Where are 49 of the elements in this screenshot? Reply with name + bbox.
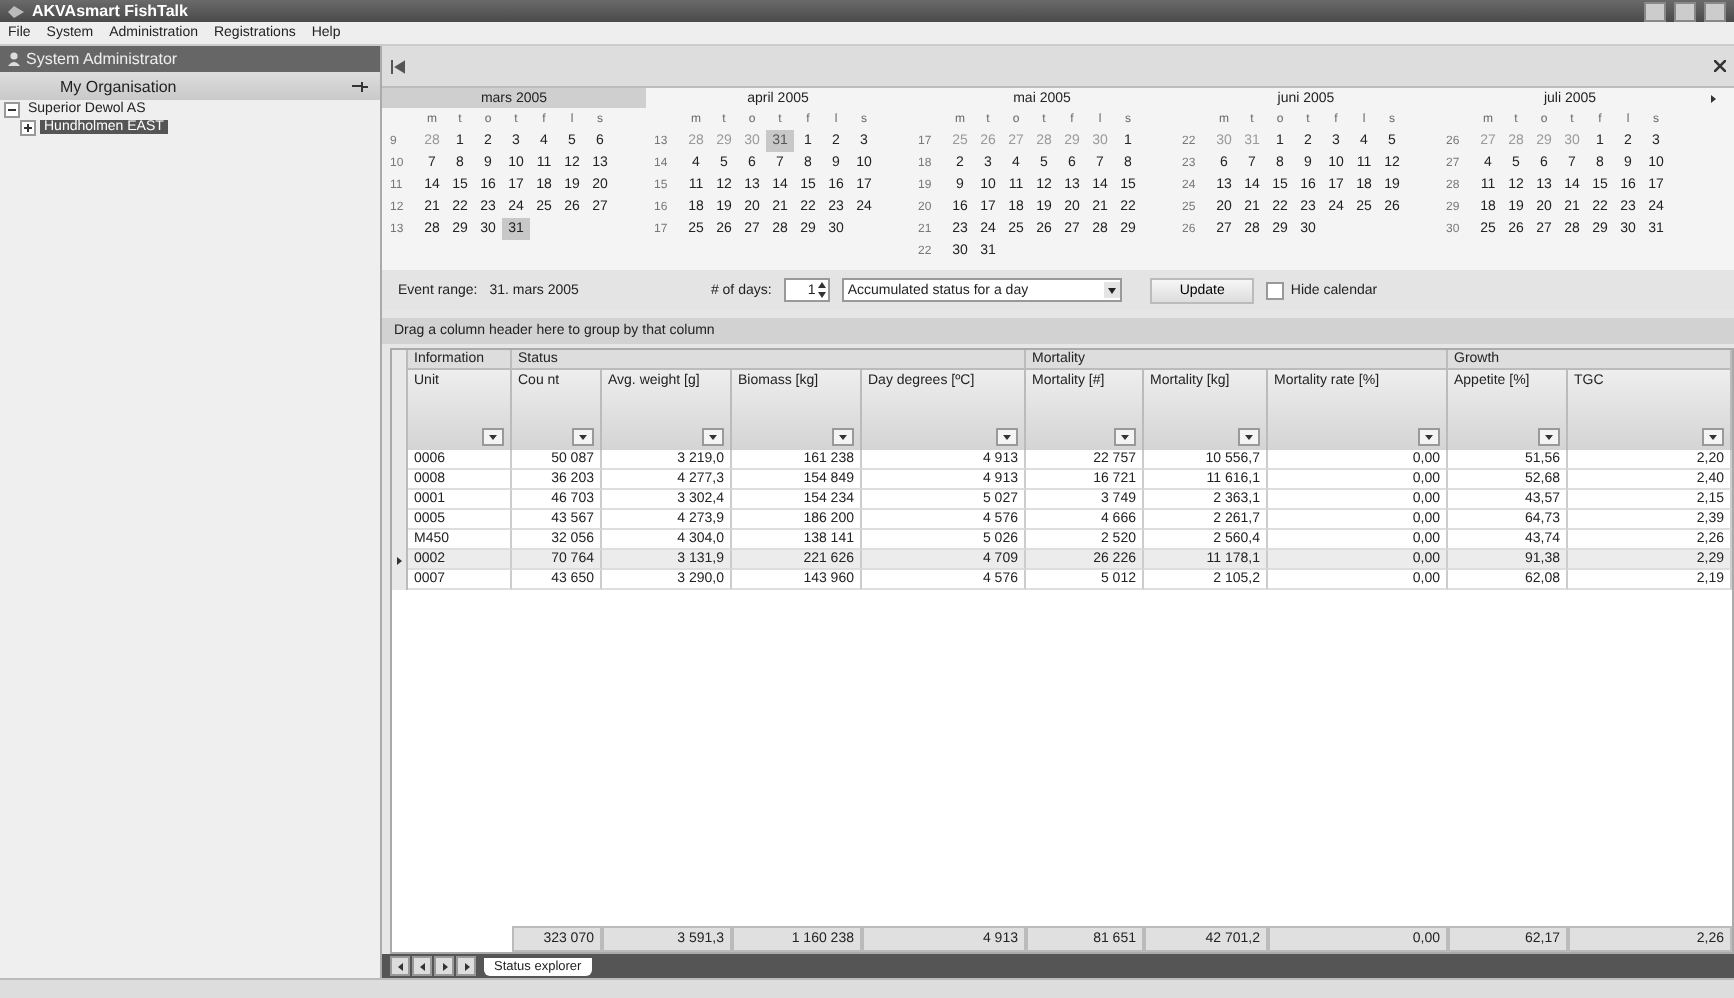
right-triangle-icon: [1707, 93, 1717, 103]
triangle-icon: [417, 961, 427, 971]
window-title: AKVAsmart FishTalk: [32, 2, 190, 20]
filter-button[interactable]: [702, 428, 724, 446]
collapse-icon[interactable]: [390, 57, 408, 75]
hide-calendar-checkbox[interactable]: [1266, 281, 1285, 299]
caret-icon: [1708, 432, 1718, 442]
last-page-button[interactable]: [456, 956, 476, 976]
filter-button[interactable]: [1418, 428, 1440, 446]
caret-icon: [1424, 432, 1434, 442]
section-header[interactable]: My Organisation: [0, 72, 380, 100]
filter-button[interactable]: [572, 428, 594, 446]
previous-button[interactable]: [412, 956, 432, 976]
section-title: My Organisation: [60, 77, 177, 95]
close-button[interactable]: [1704, 1, 1726, 21]
minus-icon: [8, 105, 16, 113]
triangle-icon: [395, 961, 405, 971]
caret-icon: [1544, 432, 1554, 442]
caret-icon: [578, 432, 588, 442]
expand-toggle[interactable]: [20, 119, 36, 135]
caret-icon: [1120, 432, 1130, 442]
minimize-button[interactable]: [1644, 1, 1666, 21]
filter-button[interactable]: [1238, 428, 1260, 446]
maximize-button[interactable]: [1674, 1, 1696, 21]
close-icon[interactable]: [1714, 60, 1726, 72]
pin-icon[interactable]: [352, 81, 368, 91]
plus-icon: [24, 123, 32, 131]
spin-arrows-icon[interactable]: [817, 282, 826, 298]
triangle-icon: [439, 961, 449, 971]
first-page-button[interactable]: [390, 956, 410, 976]
app-icon: [8, 5, 24, 17]
caret-icon: [838, 432, 848, 442]
filter-button[interactable]: [832, 428, 854, 446]
triangle-icon: [461, 961, 471, 971]
filter-button[interactable]: [482, 428, 504, 446]
caret-icon: [1244, 432, 1254, 442]
caret-icon: [488, 432, 498, 442]
filter-button[interactable]: [996, 428, 1018, 446]
filter-button[interactable]: [1114, 428, 1136, 446]
current-row-icon: [394, 555, 404, 565]
filter-button[interactable]: [1702, 428, 1724, 446]
user-icon: [8, 52, 20, 66]
caret-icon: [1002, 432, 1012, 442]
expand-toggle[interactable]: [4, 101, 20, 117]
caret-icon: [708, 432, 718, 442]
filter-button[interactable]: [1538, 428, 1560, 446]
next-button[interactable]: [434, 956, 454, 976]
dropdown-arrow-icon[interactable]: [1103, 282, 1120, 298]
sidebar-title: System Administrator: [26, 50, 178, 68]
